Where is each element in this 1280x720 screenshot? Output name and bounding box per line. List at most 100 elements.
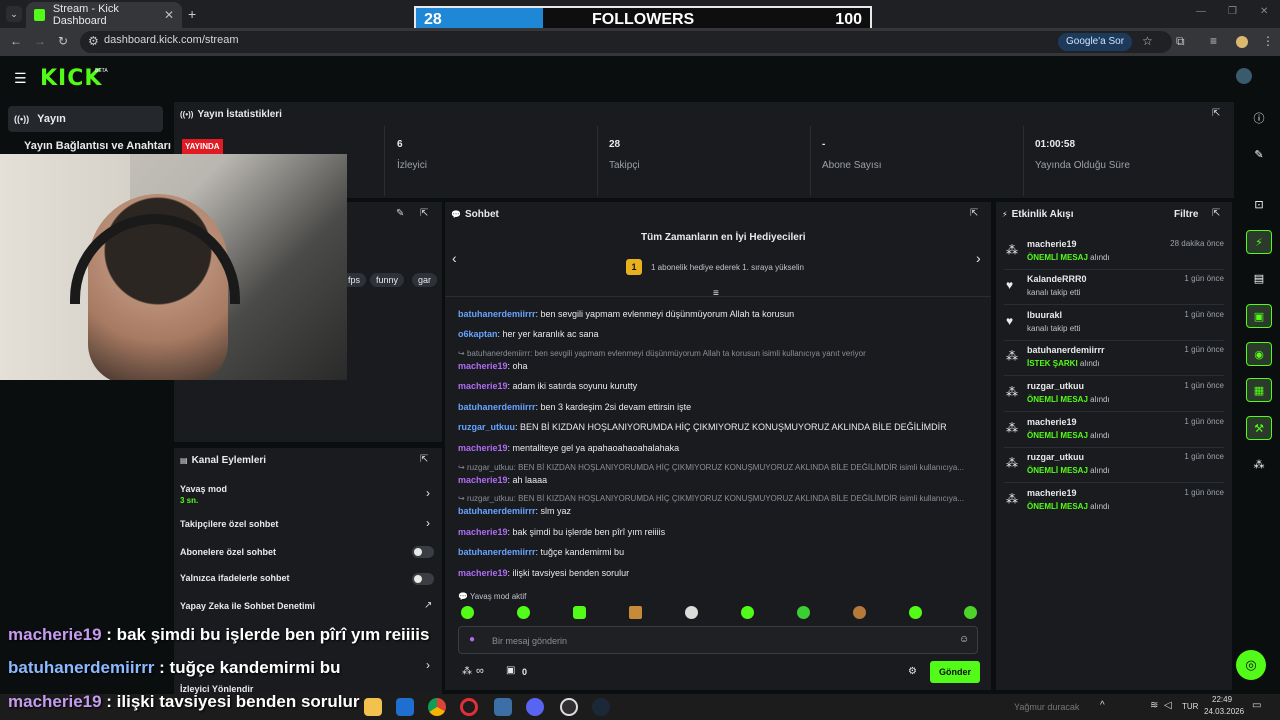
steam-icon[interactable] (592, 698, 610, 716)
sidebar-item-yayin[interactable]: ((•)) Yayın (8, 106, 163, 132)
user-avatar[interactable] (1236, 68, 1252, 84)
forward-icon[interactable]: → (34, 34, 46, 48)
info-icon[interactable]: ⓘ (1246, 106, 1272, 130)
emote-icon[interactable] (853, 606, 866, 619)
chat-username[interactable]: batuhanerdemiirrr (458, 309, 536, 319)
focus-icon[interactable]: ⊡ (1246, 192, 1272, 216)
profile-avatar[interactable] (1236, 36, 1248, 48)
chevron-right-icon[interactable]: › (426, 516, 430, 530)
google-ask-chip[interactable]: Google'a Sor (1058, 33, 1133, 51)
tag-chip[interactable]: gar (412, 273, 438, 287)
close-tab-icon[interactable]: ✕ (164, 8, 174, 22)
restore-icon[interactable]: ❐ (1228, 6, 1237, 17)
pin-toggle-icon[interactable]: ≡ (713, 288, 719, 299)
chat-settings-icon[interactable]: ⚙ (908, 666, 917, 677)
chat-username[interactable]: macherie19 (458, 475, 508, 485)
chat-username[interactable]: batuhanerdemiirrr (458, 547, 536, 557)
event-user[interactable]: macherie19 (1027, 488, 1077, 498)
points-icon[interactable]: ⁂ (462, 666, 472, 677)
sidebar-item-stream-key[interactable]: Yayın Bağlantısı ve Anahtarı (24, 140, 171, 152)
popout-icon[interactable]: ⇱ (1212, 108, 1220, 119)
site-info-icon[interactable]: ⚙ (88, 34, 99, 48)
chat-icon[interactable]: ▣ (1246, 304, 1272, 328)
event-user[interactable]: ruzgar_utkuu (1027, 381, 1084, 391)
chat-username[interactable]: macherie19 (458, 443, 508, 453)
event-user[interactable]: batuhanerdemiirrr (1027, 345, 1105, 355)
chat-username[interactable]: macherie19 (458, 381, 508, 391)
chat-input[interactable]: ● Bir mesaj gönderin ☺ (458, 626, 978, 654)
ai-moderation-label[interactable]: Yapay Zeka ile Sohbet Denetimi (180, 601, 315, 611)
lightning-icon[interactable]: ⚡ (1246, 230, 1272, 254)
popout-icon[interactable]: ⇱ (970, 208, 978, 219)
edit-icon[interactable]: ✎ (396, 208, 404, 219)
close-window-icon[interactable]: ✕ (1260, 6, 1268, 17)
language-indicator[interactable]: TUR (1182, 702, 1198, 711)
network-app-icon[interactable] (494, 698, 512, 716)
chat-username[interactable]: batuhanerdemiirrr (458, 402, 536, 412)
chat-username[interactable]: ruzgar_utkuu (458, 422, 515, 432)
file-explorer-icon[interactable] (364, 698, 382, 716)
wrench-icon[interactable]: ⚒ (1246, 416, 1272, 440)
next-arrow-icon[interactable]: › (976, 250, 981, 266)
tab-stream[interactable]: Stream - Kick Dashboard ✕ (26, 2, 182, 28)
event-user[interactable]: lbuurakl (1027, 310, 1062, 320)
event-user[interactable]: ruzgar_utkuu (1027, 452, 1084, 462)
prev-arrow-icon[interactable]: ‹ (452, 250, 457, 266)
chat-username[interactable]: macherie19 (458, 568, 508, 578)
followers-only-label[interactable]: Takipçilere özel sohbet (180, 519, 278, 529)
mic-icon[interactable]: ● (469, 634, 475, 645)
reload-icon[interactable]: ↻ (58, 34, 68, 48)
emote-icon[interactable] (964, 606, 977, 619)
obs-icon[interactable] (560, 698, 578, 716)
chrome-icon[interactable] (428, 698, 446, 716)
url-text[interactable]: dashboard.kick.com/stream (104, 34, 239, 46)
gift-icon[interactable]: ▣ (506, 665, 515, 676)
emote-icon[interactable] (797, 606, 810, 619)
emote-icon[interactable] (517, 606, 530, 619)
pen-icon[interactable]: ✎ (1246, 142, 1272, 166)
weather-text[interactable]: Yağmur duracak (1014, 702, 1079, 712)
notification-icon[interactable]: ▭ (1252, 700, 1261, 711)
back-icon[interactable]: ← (10, 34, 22, 48)
broadcast-icon[interactable]: ◉ (1246, 342, 1272, 366)
kick-logo[interactable]: KICK (40, 66, 102, 91)
outlook-icon[interactable] (396, 698, 414, 716)
tab-list-button[interactable]: ⌄ (6, 6, 22, 22)
new-tab-button[interactable]: + (188, 6, 196, 22)
event-user[interactable]: macherie19 (1027, 239, 1077, 249)
tag-chip[interactable]: funny (370, 273, 405, 287)
event-user[interactable]: KalandeRRR0 (1027, 274, 1087, 284)
url-box[interactable] (80, 31, 1172, 53)
extensions-icon[interactable]: ⧉ (1176, 34, 1185, 49)
chat-username[interactable]: o6kaptan (458, 329, 498, 339)
clock-time[interactable]: 22:49 (1212, 695, 1232, 704)
emotes-only-toggle[interactable] (412, 573, 434, 585)
emote-icon[interactable] (685, 606, 698, 619)
subscriber-icon[interactable]: ⁂ (1246, 452, 1272, 476)
volume-icon[interactable]: ◁ (1164, 700, 1172, 711)
hamburger-menu-icon[interactable]: ☰ (14, 70, 27, 87)
popout-icon[interactable]: ⇱ (420, 208, 428, 219)
chat-username[interactable]: macherie19 (458, 527, 508, 537)
emote-icon[interactable] (461, 606, 474, 619)
popout-icon[interactable]: ⇱ (1212, 208, 1220, 219)
emoji-icon[interactable]: ☺ (959, 634, 969, 645)
document-icon[interactable]: ▤ (1246, 266, 1272, 290)
emote-icon[interactable] (629, 606, 642, 619)
subscribers-only-toggle[interactable] (412, 546, 434, 558)
discord-icon[interactable] (526, 698, 544, 716)
external-link-icon[interactable]: ↗ (424, 600, 432, 611)
minimize-icon[interactable]: — (1196, 6, 1206, 17)
wifi-icon[interactable]: ≋ (1150, 700, 1158, 711)
chat-username[interactable]: batuhanerdemiirrr (458, 506, 536, 516)
chat-username[interactable]: macherie19 (458, 361, 508, 371)
emote-icon[interactable] (573, 606, 586, 619)
browser-menu-icon[interactable]: ⋮ (1262, 34, 1274, 48)
layout-icon[interactable]: ▦ (1246, 378, 1272, 402)
filter-button[interactable]: Filtre (1174, 209, 1198, 220)
popout-icon[interactable]: ⇱ (420, 454, 428, 465)
chevron-right-icon[interactable]: › (426, 658, 430, 672)
emote-icon[interactable] (741, 606, 754, 619)
clock-date[interactable]: 24.03.2026 (1204, 707, 1244, 716)
bookmark-star-icon[interactable]: ☆ (1142, 34, 1153, 48)
